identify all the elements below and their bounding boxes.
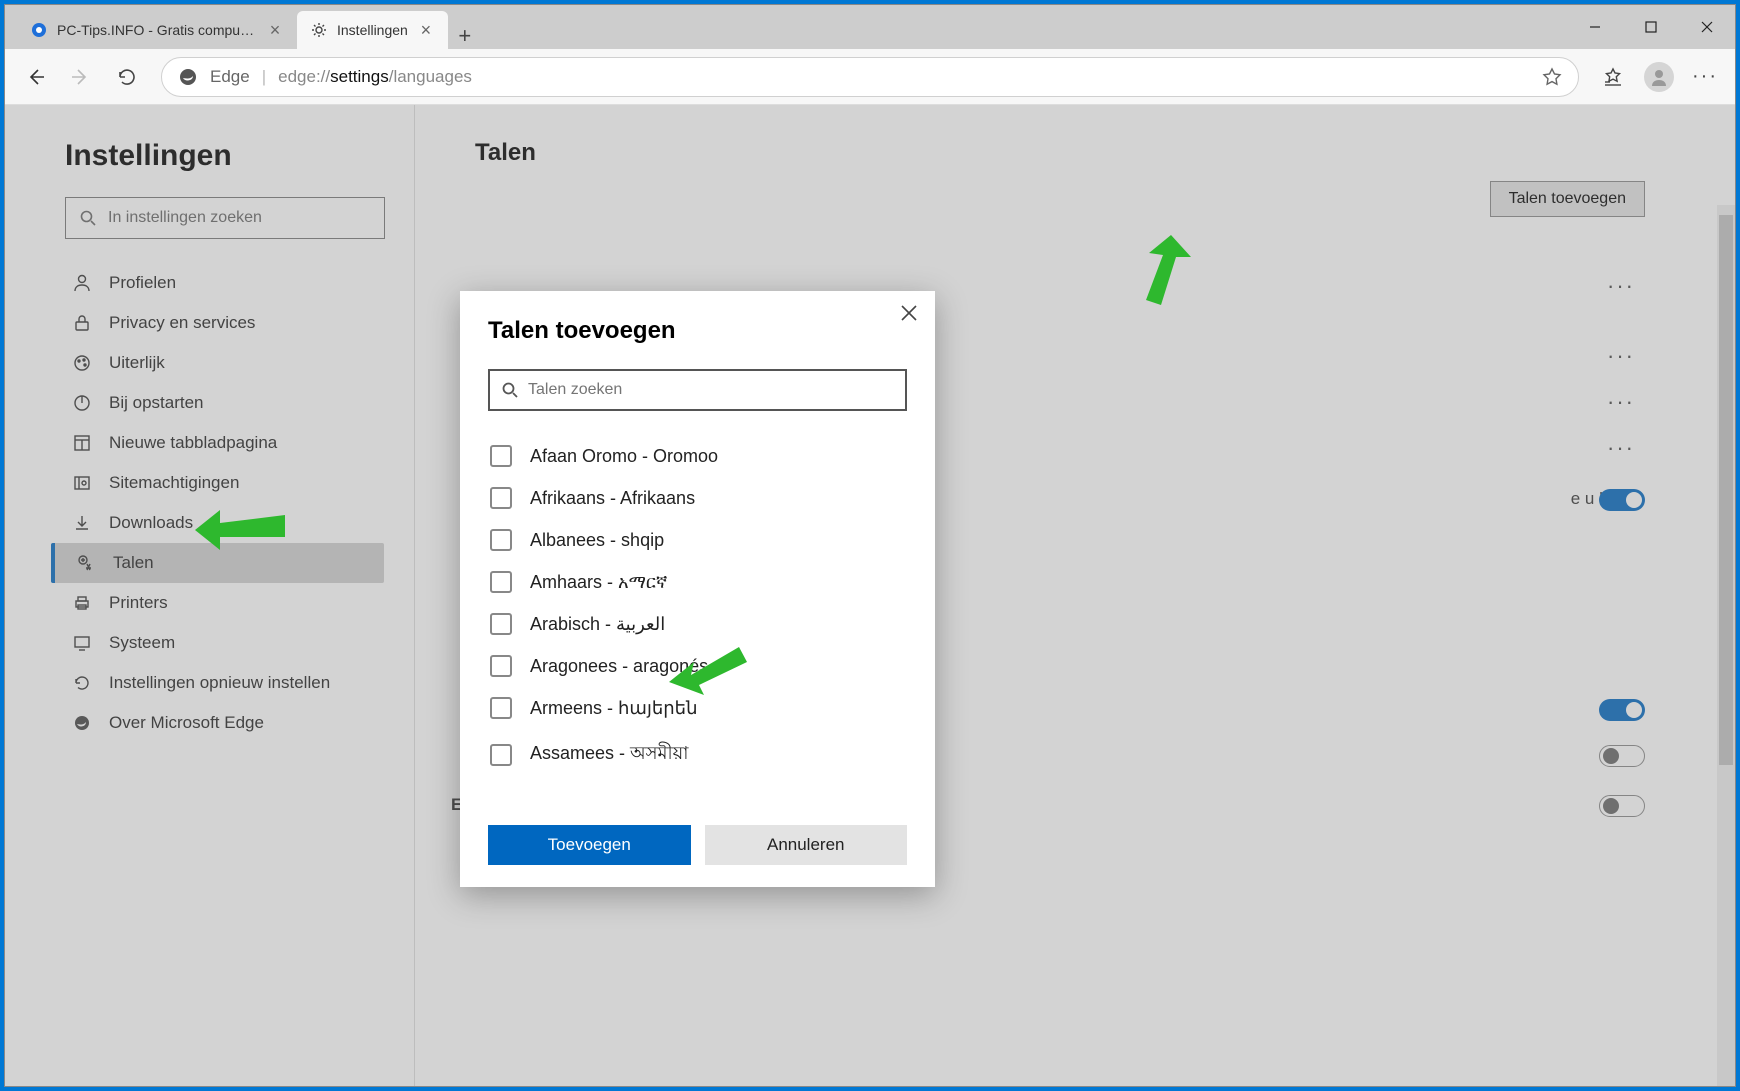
dialog-search-input[interactable] (488, 369, 907, 411)
url-text: edge://settings/languages (278, 67, 1530, 87)
forward-button[interactable] (61, 57, 101, 97)
annotation-arrow (195, 495, 295, 555)
window-controls (1567, 5, 1735, 49)
favicon-icon (31, 22, 47, 38)
profile-button[interactable] (1639, 57, 1679, 97)
tab-strip: PC-Tips.INFO - Gratis computer t × Inste… (5, 5, 1567, 49)
content-area: Instellingen In instellingen zoeken Prof… (5, 105, 1735, 1086)
lang-option-afrikaans[interactable]: Afrikaans - Afrikaans (488, 477, 899, 519)
menu-button[interactable]: ··· (1685, 57, 1725, 97)
dialog-cancel-button[interactable]: Annuleren (705, 825, 908, 865)
tab-settings[interactable]: Instellingen × (297, 11, 448, 49)
annotation-arrow (1121, 235, 1201, 315)
close-icon[interactable]: × (267, 20, 283, 41)
back-button[interactable] (15, 57, 55, 97)
close-icon[interactable]: × (418, 20, 434, 41)
dialog-title: Talen toevoegen (488, 317, 907, 345)
dialog-buttons: Toevoegen Annuleren (488, 825, 907, 865)
lang-option-afaan-oromo[interactable]: Afaan Oromo - Oromoo (488, 435, 899, 477)
dialog-add-button[interactable]: Toevoegen (488, 825, 691, 865)
maximize-button[interactable] (1623, 5, 1679, 49)
tab-label: Instellingen (337, 22, 408, 38)
checkbox[interactable] (490, 487, 512, 509)
checkbox[interactable] (490, 571, 512, 593)
search-icon (502, 382, 518, 398)
lang-option-amhaars[interactable]: Amhaars - አማርኛ (488, 561, 899, 603)
checkbox[interactable] (490, 697, 512, 719)
favorites-button[interactable] (1593, 57, 1633, 97)
toolbar: Edge | edge://settings/languages ··· (5, 49, 1735, 105)
language-list[interactable]: Afaan Oromo - Oromoo Afrikaans - Afrikaa… (488, 435, 907, 805)
reload-button[interactable] (107, 57, 147, 97)
separator: | (262, 67, 266, 87)
dialog-close-button[interactable] (901, 305, 917, 321)
close-button[interactable] (1679, 5, 1735, 49)
favorite-icon[interactable] (1542, 67, 1562, 87)
address-bar[interactable]: Edge | edge://settings/languages (161, 57, 1579, 97)
add-languages-dialog: Talen toevoegen Afaan Oromo - Oromoo Afr… (460, 291, 935, 887)
annotation-arrow (669, 637, 749, 697)
checkbox[interactable] (490, 744, 512, 766)
tab-label: PC-Tips.INFO - Gratis computer t (57, 22, 257, 38)
checkbox[interactable] (490, 445, 512, 467)
edge-logo-icon (178, 67, 198, 87)
lang-option-albanees[interactable]: Albanees - shqip (488, 519, 899, 561)
gear-icon (311, 22, 327, 38)
minimize-button[interactable] (1567, 5, 1623, 49)
browser-window: PC-Tips.INFO - Gratis computer t × Inste… (4, 4, 1736, 1087)
avatar-icon (1644, 62, 1674, 92)
tab-pctips[interactable]: PC-Tips.INFO - Gratis computer t × (17, 11, 297, 49)
checkbox[interactable] (490, 529, 512, 551)
checkbox[interactable] (490, 613, 512, 635)
edge-label: Edge (210, 67, 250, 87)
dialog-search-field[interactable] (528, 381, 893, 399)
new-tab-button[interactable]: + (448, 23, 482, 49)
lang-option-assamees[interactable]: Assamees - অসমীয়া (488, 729, 899, 780)
titlebar: PC-Tips.INFO - Gratis computer t × Inste… (5, 5, 1735, 49)
checkbox[interactable] (490, 655, 512, 677)
